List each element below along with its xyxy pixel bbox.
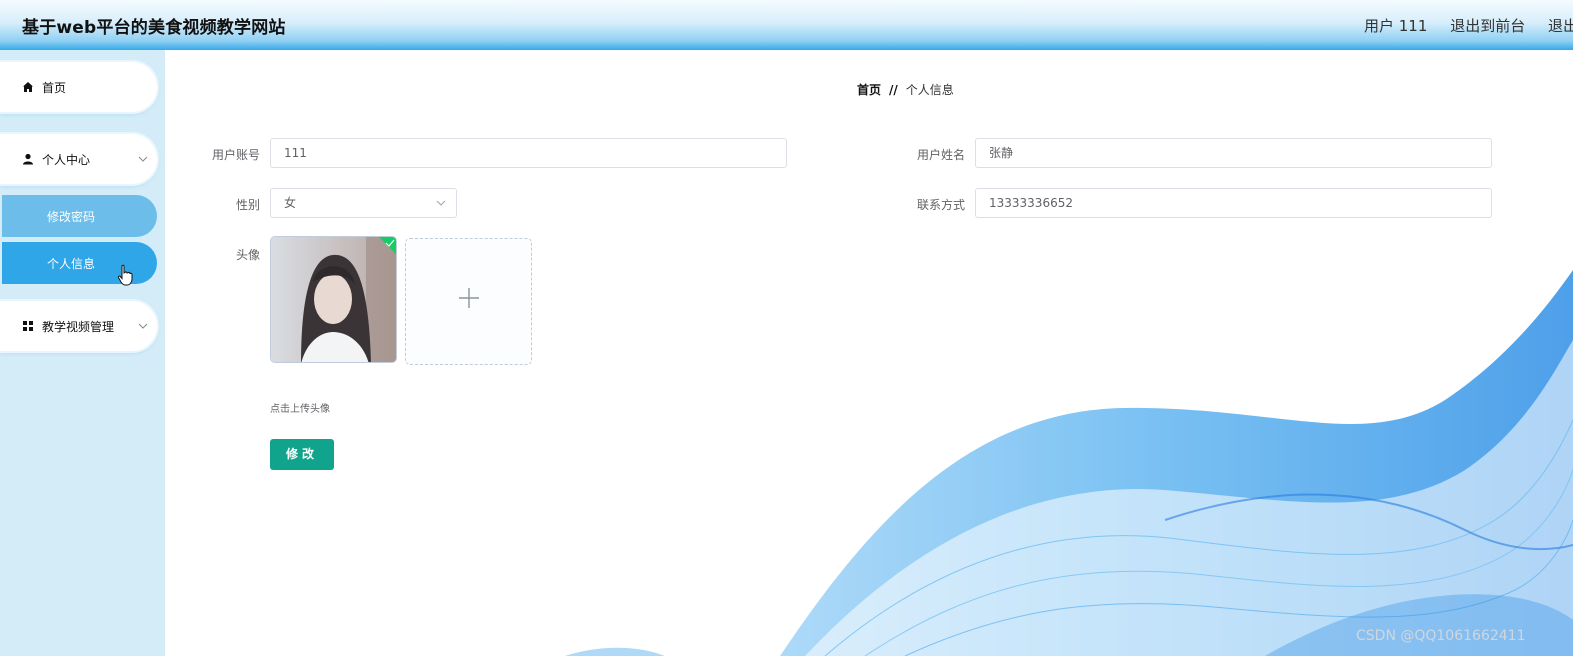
main-content: 首页 // 个人信息 用户账号 111 用户姓名 张静 性别 女 联系方式 1333… [165, 50, 1573, 656]
sidebar-subitem-personal-info[interactable]: 个人信息 [2, 242, 157, 284]
sidebar: 首页 个人中心 修改密码 个人信息 教学视频管理 [0, 50, 165, 656]
gender-select-value: 女 [284, 196, 297, 210]
sidebar-subitem-label: 修改密码 [46, 209, 95, 224]
sidebar-item-label: 个人中心 [42, 152, 91, 167]
home-icon [23, 82, 33, 92]
contact-label: 联系方式 [916, 198, 965, 212]
grid-icon [23, 321, 33, 331]
breadcrumb: 首页 // 个人信息 [857, 81, 954, 98]
header-actions: 用户 111 退出到前台 退出 [1364, 15, 1573, 36]
sidebar-subitem-change-password[interactable]: 修改密码 [2, 195, 157, 237]
top-header: 基于web平台的美食视频教学网站 用户 111 退出到前台 退出 [0, 0, 1573, 50]
sidebar-item-label: 教学视频管理 [42, 319, 115, 334]
plus-icon [459, 288, 479, 308]
current-user-label: 用户 111 [1364, 17, 1428, 35]
sidebar-item-video-management[interactable]: 教学视频管理 [0, 301, 157, 351]
avatar-photo [271, 237, 396, 362]
back-to-front-link[interactable]: 退出到前台 [1450, 17, 1525, 35]
avatar-thumbnail[interactable] [270, 236, 397, 363]
watermark: CSDN @QQ1061662411 [1356, 628, 1526, 644]
gender-label: 性别 [235, 198, 260, 212]
name-input-value: 张静 [989, 146, 1014, 160]
sidebar-item-home[interactable]: 首页 [0, 62, 157, 112]
contact-input-value: 13333336652 [989, 196, 1073, 210]
account-input[interactable]: 111 [270, 138, 787, 168]
sidebar-subitem-label: 个人信息 [46, 256, 95, 271]
gender-select[interactable]: 女 [270, 188, 457, 218]
avatar-upload-button[interactable] [405, 238, 532, 365]
sidebar-item-personal-center[interactable]: 个人中心 [0, 134, 157, 184]
contact-input[interactable]: 13333336652 [975, 188, 1492, 218]
chevron-down-icon [138, 323, 148, 329]
site-title: 基于web平台的美食视频教学网站 [22, 18, 286, 38]
submit-button[interactable]: 修改 [270, 439, 334, 470]
name-label: 用户姓名 [916, 148, 965, 162]
chevron-down-icon [138, 156, 148, 162]
pointer-cursor-icon [117, 264, 133, 286]
breadcrumb-current: 个人信息 [905, 83, 954, 97]
upload-hint: 点击上传头像 [270, 404, 330, 415]
account-input-value: 111 [284, 146, 307, 160]
account-label: 用户账号 [211, 148, 260, 162]
chevron-down-icon [436, 200, 446, 206]
breadcrumb-home-link[interactable]: 首页 [857, 83, 881, 97]
name-input[interactable]: 张静 [975, 138, 1492, 168]
user-icon [23, 153, 33, 165]
avatar-label: 头像 [235, 248, 260, 262]
sidebar-item-label: 首页 [42, 80, 67, 95]
logout-link[interactable]: 退出 [1548, 17, 1573, 35]
breadcrumb-separator: // [889, 83, 898, 97]
